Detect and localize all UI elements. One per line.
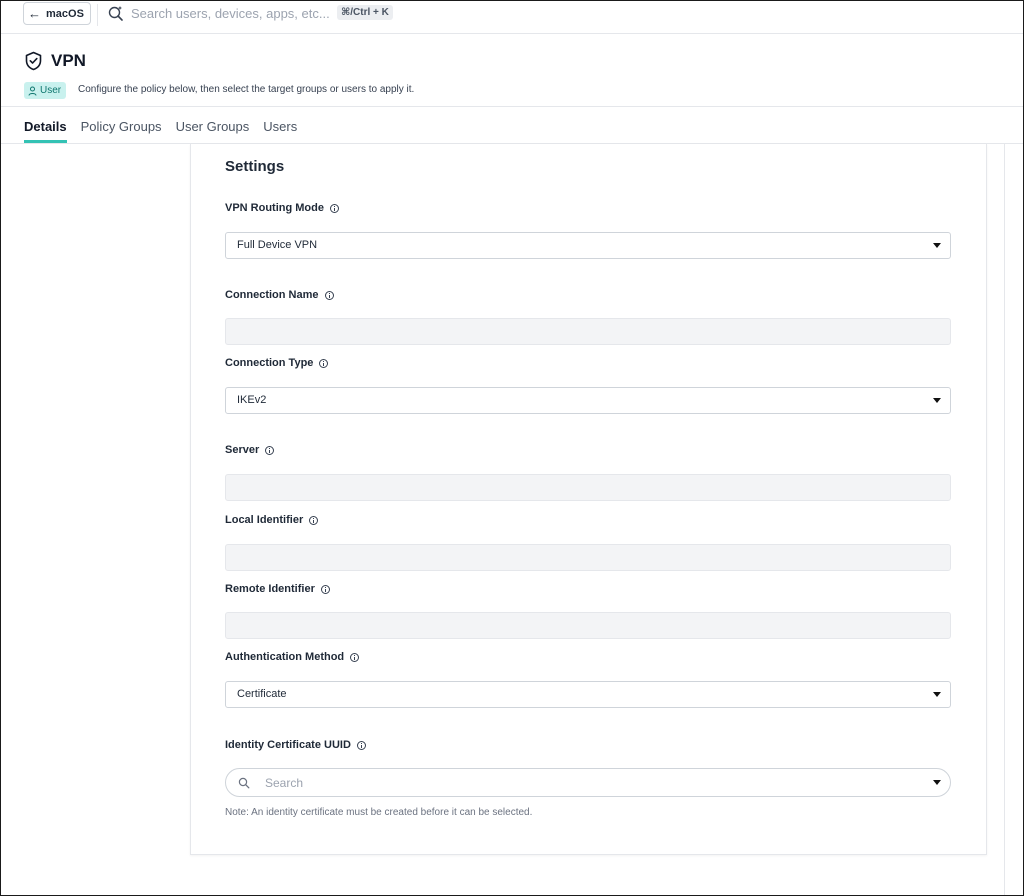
routing-mode-select[interactable]: Full Device VPN [225,232,951,259]
info-icon[interactable] [320,584,330,594]
info-icon[interactable] [309,515,319,525]
divider [0,106,1024,107]
shortcut-badge: ⌘/Ctrl + K [337,5,393,20]
identity-cert-placeholder: Search [265,776,304,790]
identity-cert-search-select[interactable]: Search [225,768,951,797]
tab-bar: Details Policy Groups User Groups Users [24,119,311,143]
routing-mode-label-text: VPN Routing Mode [225,202,324,214]
shield-check-icon [25,51,42,71]
info-icon[interactable] [265,445,275,455]
caret-down-icon [933,692,941,697]
arrow-left-icon: ← [28,6,41,21]
page-header: VPN [24,51,86,71]
page-description: Configure the policy below, then select … [78,84,415,95]
server-label-text: Server [225,444,260,456]
identity-cert-label: Identity Certificate UUID [225,739,366,751]
routing-mode-label: VPN Routing Mode [225,202,339,214]
caret-down-icon [933,398,941,403]
info-icon[interactable] [350,652,360,662]
identity-cert-label-text: Identity Certificate UUID [225,739,351,751]
page-title: VPN [51,51,86,70]
auth-method-label: Authentication Method [225,651,360,663]
auth-method-select[interactable]: Certificate [225,681,951,708]
user-badge-label: User [40,85,62,96]
local-identifier-input[interactable] [225,544,951,571]
info-icon[interactable] [330,203,339,213]
connection-name-label: Connection Name [225,289,334,301]
connection-type-select[interactable]: IKEv2 [225,387,951,414]
connection-name-input[interactable] [225,318,951,345]
search-icon [238,777,250,789]
connection-type-value: IKEv2 [237,394,267,406]
tab-details[interactable]: Details [24,119,67,143]
caret-down-icon [933,780,941,785]
server-input[interactable] [225,474,951,501]
connection-name-label-text: Connection Name [225,289,319,301]
connection-type-label-text: Connection Type [225,357,314,369]
info-icon[interactable] [319,358,329,368]
global-search-input[interactable]: Search users, devices, apps, etc... [131,6,330,21]
tab-users[interactable]: Users [263,119,297,143]
top-bar: ← macOS Search users, devices, apps, etc… [0,0,1024,34]
caret-down-icon [933,243,941,248]
info-icon[interactable] [324,290,334,300]
remote-identifier-input[interactable] [225,612,951,639]
connection-type-label: Connection Type [225,357,329,369]
back-button-label: macOS [46,7,84,20]
user-badge: User [24,82,67,99]
remote-identifier-label-text: Remote Identifier [225,583,315,595]
search-sparkle-icon[interactable] [107,4,125,22]
settings-title: Settings [225,158,285,175]
divider [97,4,98,26]
auth-method-value: Certificate [237,688,287,700]
auth-method-label-text: Authentication Method [225,651,345,663]
local-identifier-label-text: Local Identifier [225,514,304,526]
tab-user-groups[interactable]: User Groups [176,119,250,143]
remote-identifier-label: Remote Identifier [225,583,330,595]
scroll-track [1004,144,1005,896]
tab-policy-groups[interactable]: Policy Groups [81,119,162,143]
local-identifier-label: Local Identifier [225,514,319,526]
server-label: Server [225,444,275,456]
identity-cert-note: Note: An identity certificate must be cr… [225,807,533,818]
user-icon [28,86,37,96]
back-button[interactable]: ← macOS [23,2,91,25]
info-icon[interactable] [356,740,366,750]
routing-mode-value: Full Device VPN [237,239,318,251]
